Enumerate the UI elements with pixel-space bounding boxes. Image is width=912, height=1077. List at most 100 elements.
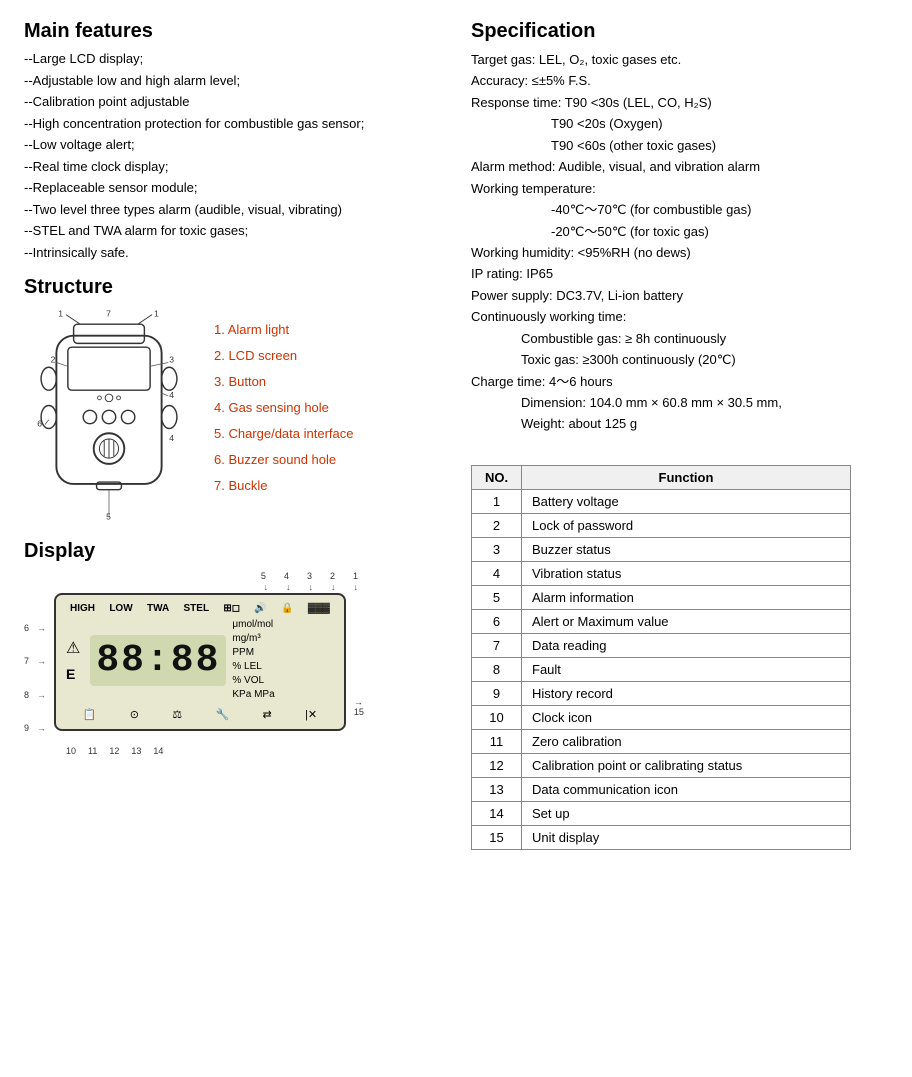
- high-label: HIGH: [70, 603, 95, 614]
- structure-section: Structure 1 1 7: [24, 276, 441, 530]
- spec-line-9: Working humidity: <95%RH (no dews): [471, 242, 888, 263]
- table-cell-no: 13: [472, 777, 522, 801]
- table-row: 5Alarm information: [472, 585, 851, 609]
- top-section: Main features --Large LCD display; --Adj…: [24, 20, 888, 850]
- left-column: Main features --Large LCD display; --Adj…: [24, 20, 441, 850]
- clipboard-icon: 📋: [83, 708, 97, 721]
- spec-line-2: Response time: T90 <30s (LEL, CO, H₂S): [471, 92, 888, 113]
- table-cell-no: 5: [472, 585, 522, 609]
- arrow-2: ↓: [331, 582, 336, 592]
- structure-label-3: 3. Button: [214, 369, 353, 395]
- feature-7: --Replaceable sensor module;: [24, 178, 441, 198]
- main-features-section: Main features --Large LCD display; --Adj…: [24, 20, 441, 262]
- spec-line-5: Alarm method: Audible, visual, and vibra…: [471, 156, 888, 177]
- table-row: 13Data communication icon: [472, 777, 851, 801]
- feature-6: --Real time clock display;: [24, 157, 441, 177]
- table-cell-function: Fault: [522, 657, 851, 681]
- table-cell-function: Battery voltage: [522, 489, 851, 513]
- feature-8: --Two level three types alarm (audible, …: [24, 200, 441, 220]
- top-num-1: 1: [353, 571, 358, 581]
- structure-heading: Structure: [24, 276, 441, 299]
- spec-line-15: Charge time: 4～6 hours: [471, 371, 888, 392]
- spec-line-0: Target gas: LEL, O₂, toxic gases etc.: [471, 49, 888, 70]
- lcd-units: μmol/mol mg/m³ PPM % LEL % VOL KPa MPa: [232, 618, 274, 702]
- specification-section: Specification Target gas: LEL, O₂, toxic…: [471, 20, 888, 435]
- spec-line-8: -20℃～50℃ (for toxic gas): [471, 221, 888, 242]
- spec-line-12: Continuously working time:: [471, 306, 888, 327]
- bot-num-10: 10: [66, 746, 76, 756]
- battery-icon: ⊞◻: [223, 603, 240, 614]
- svg-text:6: 6: [37, 419, 42, 429]
- feature-3: --Calibration point adjustable: [24, 92, 441, 112]
- feature-9: --STEL and TWA alarm for toxic gases;: [24, 221, 441, 241]
- unit-lel: % LEL: [232, 660, 274, 674]
- stel-label: STEL: [184, 603, 210, 614]
- display-heading: Display: [24, 540, 441, 563]
- speaker-icon: 🔊: [254, 603, 266, 614]
- table-row: 3Buzzer status: [472, 537, 851, 561]
- top-num-5: 5: [261, 571, 266, 581]
- table-row: 12Calibration point or calibrating statu…: [472, 753, 851, 777]
- structure-label-6: 6. Buzzer sound hole: [214, 447, 353, 473]
- battery-full-icon: ▓▓▓: [308, 603, 330, 614]
- clock-icon: ⊙: [130, 708, 139, 721]
- spec-line-13: Combustible gas: ≥ 8h continuously: [471, 328, 888, 349]
- spec-line-14: Toxic gas: ≥300h continuously (20℃): [471, 349, 888, 370]
- rarrow-9: →: [37, 723, 46, 733]
- table-cell-function: Unit display: [522, 825, 851, 849]
- bot-num-11: 11: [88, 746, 97, 756]
- e-low-battery-icon: E: [66, 666, 80, 682]
- table-row: 4Vibration status: [472, 561, 851, 585]
- table-cell-no: 2: [472, 513, 522, 537]
- table-cell-no: 7: [472, 633, 522, 657]
- left-num-8: 8: [24, 690, 29, 700]
- left-num-9: 9: [24, 723, 29, 733]
- left-num-6: 6: [24, 623, 29, 633]
- structure-label-5: 5. Charge/data interface: [214, 421, 353, 447]
- table-cell-function: Data reading: [522, 633, 851, 657]
- table-cell-no: 3: [472, 537, 522, 561]
- structure-labels: 1. Alarm light 2. LCD screen 3. Button 4…: [214, 307, 353, 499]
- table-cell-no: 10: [472, 705, 522, 729]
- table-cell-no: 8: [472, 657, 522, 681]
- svg-text:1: 1: [58, 309, 63, 319]
- lock-icon: 🔒: [281, 603, 293, 614]
- structure-label-2: 2. LCD screen: [214, 343, 353, 369]
- wrench-icon: 🔧: [215, 708, 229, 721]
- top-num-2: 2: [330, 571, 335, 581]
- top-num-3: 3: [307, 571, 312, 581]
- function-table-section: NO. Function 1Battery voltage2Lock of pa…: [471, 465, 888, 850]
- table-cell-no: 4: [472, 561, 522, 585]
- lcd-display: HIGH LOW TWA STEL ⊞◻ 🔊 🔒 ▓▓▓: [54, 593, 346, 731]
- spec-heading: Specification: [471, 20, 888, 43]
- table-cell-function: Zero calibration: [522, 729, 851, 753]
- table-row: 15Unit display: [472, 825, 851, 849]
- lcd-bottom-row: 📋 ⊙ ⚖ 🔧 ⇄ |✕: [66, 708, 334, 721]
- unit-mgm3: mg/m³: [232, 632, 274, 646]
- spec-line-3: T90 <20s (Oxygen): [471, 113, 888, 134]
- feature-2: --Adjustable low and high alarm level;: [24, 71, 441, 91]
- bot-num-12: 12: [109, 746, 119, 756]
- table-cell-function: Calibration point or calibrating status: [522, 753, 851, 777]
- rarrow-8: →: [37, 690, 46, 700]
- table-cell-function: Alarm information: [522, 585, 851, 609]
- lcd-digit-display: 88:88: [90, 635, 226, 686]
- unit-vol: % VOL: [232, 674, 274, 688]
- table-cell-no: 11: [472, 729, 522, 753]
- feature-1: --Large LCD display;: [24, 49, 441, 69]
- feature-5: --Low voltage alert;: [24, 135, 441, 155]
- table-row: 14Set up: [472, 801, 851, 825]
- table-cell-function: Vibration status: [522, 561, 851, 585]
- spec-line-10: IP rating: IP65: [471, 263, 888, 284]
- table-cell-no: 14: [472, 801, 522, 825]
- low-label: LOW: [109, 603, 132, 614]
- structure-body: 1 1 7: [24, 307, 441, 530]
- table-cell-function: History record: [522, 681, 851, 705]
- feature-10: --Intrinsically safe.: [24, 243, 441, 263]
- function-table: NO. Function 1Battery voltage2Lock of pa…: [471, 465, 851, 850]
- table-cell-no: 1: [472, 489, 522, 513]
- table-row: 8Fault: [472, 657, 851, 681]
- twa-label: TWA: [147, 603, 169, 614]
- unit-kpa: KPa MPa: [232, 688, 274, 702]
- table-cell-function: Clock icon: [522, 705, 851, 729]
